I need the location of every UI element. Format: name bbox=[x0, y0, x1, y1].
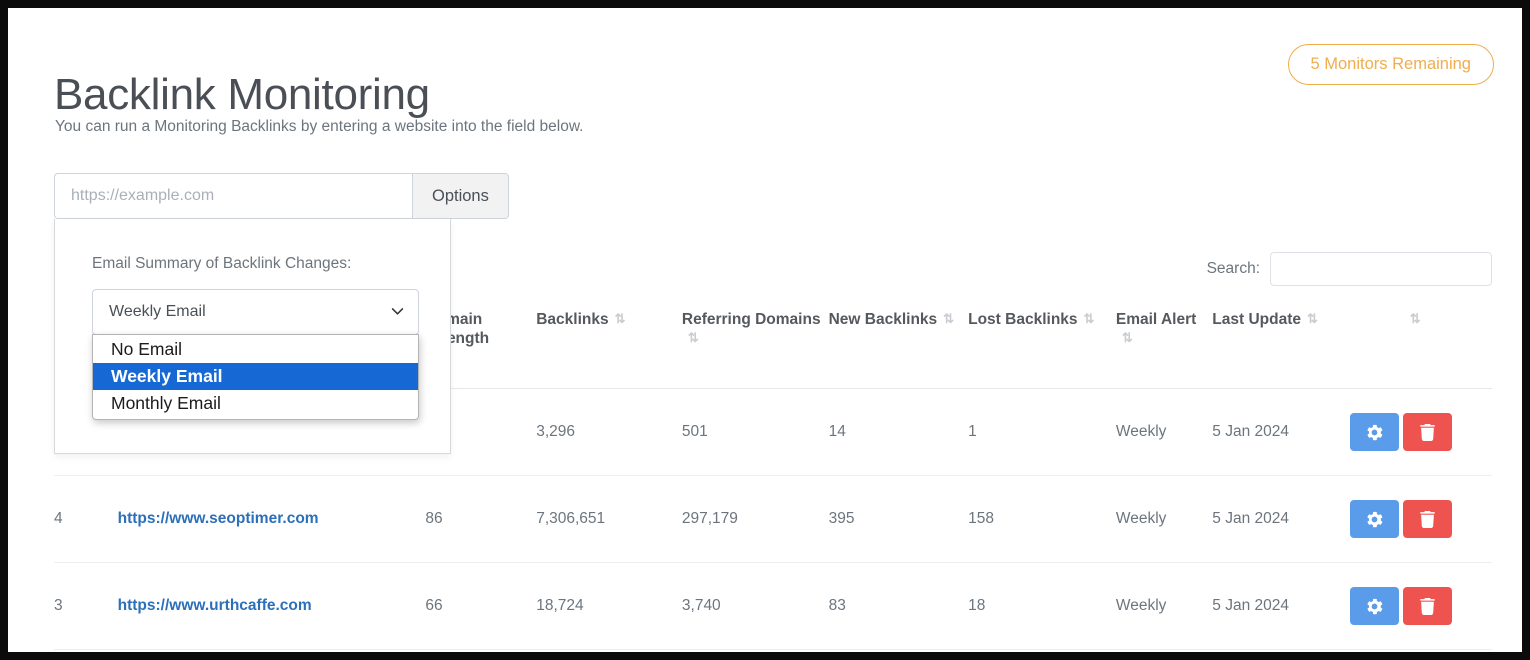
email-frequency-listbox[interactable]: No Email Weekly Email Monthly Email bbox=[92, 334, 419, 420]
trash-icon bbox=[1419, 511, 1436, 528]
col-header-lost-backlinks[interactable]: Lost Backlinks ⇅ bbox=[968, 306, 1116, 389]
select-option-monthly-email[interactable]: Monthly Email bbox=[93, 390, 418, 417]
url-input-group: Options bbox=[54, 173, 509, 219]
sort-icon[interactable]: ⇅ bbox=[1307, 311, 1321, 327]
col-label-lost-backlinks: Lost Backlinks bbox=[968, 310, 1077, 329]
row-email-alert: Weekly bbox=[1116, 476, 1212, 563]
row-new-backlinks: 83 bbox=[829, 563, 969, 650]
sort-icon[interactable]: ⇅ bbox=[1084, 311, 1098, 327]
email-summary-label: Email Summary of Backlink Changes: bbox=[92, 255, 351, 273]
row-action-buttons bbox=[1350, 500, 1492, 538]
row-last-update: 5 Jan 2024 bbox=[1212, 650, 1349, 652]
row-referring-domains: 3,740 bbox=[682, 563, 829, 650]
edit-monitor-button[interactable] bbox=[1350, 413, 1399, 451]
row-referring-domains: 2,981 bbox=[682, 650, 829, 652]
website-url-input[interactable] bbox=[54, 173, 412, 219]
sort-icon[interactable]: ⇅ bbox=[615, 311, 629, 327]
row-action-buttons bbox=[1350, 587, 1492, 625]
row-website[interactable]: https://www.vervecoffee.com bbox=[118, 650, 426, 652]
edit-monitor-button[interactable] bbox=[1350, 500, 1399, 538]
row-last-update: 5 Jan 2024 bbox=[1212, 563, 1349, 650]
website-link[interactable]: https://www.seoptimer.com bbox=[118, 510, 319, 527]
select-option-no-email[interactable]: No Email bbox=[93, 336, 418, 363]
delete-monitor-button[interactable] bbox=[1403, 500, 1452, 538]
row-backlinks: 7,306,651 bbox=[536, 476, 682, 563]
col-label-referring-domains: Referring Domains bbox=[682, 310, 821, 329]
gear-icon bbox=[1366, 598, 1383, 615]
trash-icon bbox=[1419, 424, 1436, 441]
search-label: Search: bbox=[1207, 260, 1260, 278]
sort-icon[interactable]: ⇅ bbox=[688, 330, 702, 346]
col-label-new-backlinks: New Backlinks bbox=[829, 310, 938, 329]
row-actions bbox=[1350, 650, 1492, 652]
email-frequency-select[interactable]: Weekly Email bbox=[92, 289, 419, 335]
row-index: 3 bbox=[54, 563, 118, 650]
row-backlinks: 133,685 bbox=[536, 650, 682, 652]
sort-icon[interactable]: ⇅ bbox=[1410, 311, 1424, 327]
row-lost-backlinks: 18 bbox=[968, 563, 1116, 650]
col-header-new-backlinks[interactable]: New Backlinks ⇅ bbox=[829, 306, 969, 389]
row-referring-domains: 297,179 bbox=[682, 476, 829, 563]
row-actions bbox=[1350, 563, 1492, 650]
row-backlinks: 18,724 bbox=[536, 563, 682, 650]
options-panel: Email Summary of Backlink Changes: Weekl… bbox=[54, 219, 451, 454]
col-label-email-alert: Email Alert bbox=[1116, 310, 1196, 329]
gear-icon bbox=[1366, 424, 1383, 441]
col-label-backlinks: Backlinks bbox=[536, 310, 608, 329]
row-new-backlinks: 1,422 bbox=[829, 650, 969, 652]
trash-icon bbox=[1419, 598, 1436, 615]
website-link[interactable]: https://www.urthcaffe.com bbox=[118, 597, 312, 614]
row-lost-backlinks: 1 bbox=[968, 389, 1116, 476]
row-email-alert: Weekly bbox=[1116, 563, 1212, 650]
row-last-update: 5 Jan 2024 bbox=[1212, 389, 1349, 476]
row-actions bbox=[1350, 476, 1492, 563]
row-referring-domains: 501 bbox=[682, 389, 829, 476]
row-domain-strength: 86 bbox=[425, 476, 536, 563]
row-website[interactable]: https://www.seoptimer.com bbox=[118, 476, 426, 563]
monitors-remaining-badge: 5 Monitors Remaining bbox=[1288, 44, 1495, 85]
page-subtitle: You can run a Monitoring Backlinks by en… bbox=[55, 118, 583, 136]
col-header-actions[interactable]: ⇅ bbox=[1350, 306, 1492, 389]
monitors-remaining-label: 5 Monitors Remaining bbox=[1311, 55, 1472, 74]
search-input[interactable] bbox=[1270, 252, 1492, 286]
delete-monitor-button[interactable] bbox=[1403, 587, 1452, 625]
col-header-referring-domains[interactable]: Referring Domains⇅ bbox=[682, 306, 829, 389]
row-new-backlinks: 395 bbox=[829, 476, 969, 563]
row-lost-backlinks: 158 bbox=[968, 476, 1116, 563]
row-actions bbox=[1350, 389, 1492, 476]
row-index: 2 bbox=[54, 650, 118, 652]
page-title: Backlink Monitoring bbox=[54, 73, 430, 117]
delete-monitor-button[interactable] bbox=[1403, 413, 1452, 451]
row-action-buttons bbox=[1350, 413, 1492, 451]
row-backlinks: 3,296 bbox=[536, 389, 682, 476]
email-frequency-selected-value: Weekly Email bbox=[109, 303, 206, 321]
row-email-alert: Weekly bbox=[1116, 389, 1212, 476]
col-header-backlinks[interactable]: Backlinks ⇅ bbox=[536, 306, 682, 389]
sort-icon[interactable]: ⇅ bbox=[943, 311, 957, 327]
row-domain-strength: 73 bbox=[425, 650, 536, 652]
edit-monitor-button[interactable] bbox=[1350, 587, 1399, 625]
row-email-alert: Weekly bbox=[1116, 650, 1212, 652]
table-row[interactable]: 3 https://www.urthcaffe.com 66 18,724 3,… bbox=[54, 563, 1492, 650]
chevron-down-icon bbox=[391, 305, 404, 318]
col-header-email-alert[interactable]: Email Alert⇅ bbox=[1116, 306, 1212, 389]
gear-icon bbox=[1366, 511, 1383, 528]
table-search: Search: bbox=[1207, 252, 1492, 286]
row-index: 4 bbox=[54, 476, 118, 563]
options-button[interactable]: Options bbox=[412, 173, 509, 219]
app-page: Backlink Monitoring You can run a Monito… bbox=[8, 8, 1522, 652]
table-row[interactable]: 4 https://www.seoptimer.com 86 7,306,651… bbox=[54, 476, 1492, 563]
col-header-last-update[interactable]: Last Update ⇅ bbox=[1212, 306, 1349, 389]
row-domain-strength: 66 bbox=[425, 563, 536, 650]
col-label-last-update: Last Update bbox=[1212, 310, 1301, 329]
select-option-weekly-email[interactable]: Weekly Email bbox=[93, 363, 418, 390]
row-new-backlinks: 14 bbox=[829, 389, 969, 476]
sort-icon[interactable]: ⇅ bbox=[1122, 330, 1136, 346]
table-row[interactable]: 2 https://www.vervecoffee.com 73 133,685… bbox=[54, 650, 1492, 652]
row-lost-backlinks: 66 bbox=[968, 650, 1116, 652]
row-website[interactable]: https://www.urthcaffe.com bbox=[118, 563, 426, 650]
row-last-update: 5 Jan 2024 bbox=[1212, 476, 1349, 563]
